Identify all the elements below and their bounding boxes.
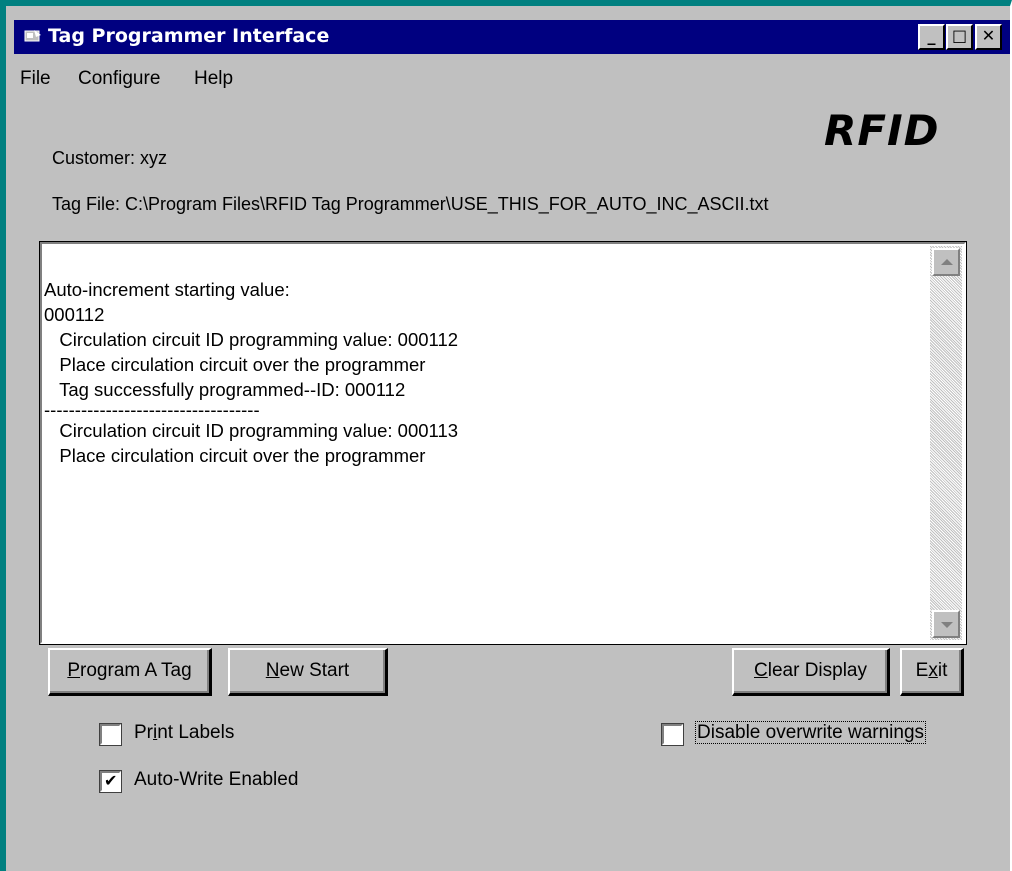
close-icon: ✕ [981, 26, 996, 45]
maximize-icon: □ [951, 26, 968, 45]
menu-configure[interactable]: Configure [78, 68, 160, 90]
customer-label: Customer: xyz [52, 148, 168, 168]
new-start-button[interactable]: New Start [228, 648, 388, 696]
maximize-button[interactable]: □ [946, 24, 973, 50]
close-button[interactable]: ✕ [975, 24, 1002, 50]
minimize-icon: _ [927, 26, 936, 45]
minimize-button[interactable]: _ [918, 24, 945, 50]
title-bar[interactable]: Tag Programmer Interface _ □ ✕ [14, 20, 1010, 54]
disable-overwrite-label: Disable overwrite warnings [695, 721, 927, 744]
window-title: Tag Programmer Interface [48, 25, 330, 47]
log-line: Circulation circuit ID programming value… [44, 329, 459, 350]
rfid-logo: RFID [824, 106, 940, 155]
checkmark-icon: ✔ [104, 771, 118, 790]
tag-file-label: Tag File: C:\Program Files\RFID Tag Prog… [52, 194, 769, 214]
auto-write-checkbox[interactable]: ✔ [99, 770, 122, 793]
log-display[interactable]: Auto-increment starting value: 000112 Cir… [39, 241, 967, 645]
scroll-up-button[interactable] [932, 248, 960, 276]
log-line: Auto-increment starting value: [44, 279, 290, 300]
program-a-tag-button[interactable]: Program A Tag [48, 648, 212, 696]
menu-help[interactable]: Help [194, 68, 233, 90]
log-text: Auto-increment starting value: 000112 Cir… [44, 252, 914, 518]
arrow-up-icon [941, 259, 953, 265]
log-line: ----------------------------------- [44, 399, 260, 420]
exit-button[interactable]: Exit [900, 648, 964, 696]
log-line: Place circulation circuit over the progr… [44, 354, 426, 375]
log-line: Place circulation circuit over the progr… [44, 445, 426, 466]
app-window: Tag Programmer Interface _ □ ✕ File Conf… [0, 0, 1012, 871]
app-icon [24, 30, 41, 42]
log-line: Circulation circuit ID programming value… [44, 420, 459, 441]
scroll-down-button[interactable] [932, 610, 960, 638]
print-labels-label: Print Labels [134, 722, 235, 743]
vertical-scrollbar[interactable] [930, 246, 962, 640]
arrow-down-icon [941, 622, 953, 628]
disable-overwrite-checkbox[interactable] [661, 723, 684, 746]
print-labels-checkbox[interactable] [99, 723, 122, 746]
menu-file[interactable]: File [20, 68, 51, 90]
log-line: 000112 [44, 304, 105, 325]
auto-write-label: Auto-Write Enabled [134, 769, 299, 790]
clear-display-button[interactable]: Clear Display [732, 648, 890, 696]
